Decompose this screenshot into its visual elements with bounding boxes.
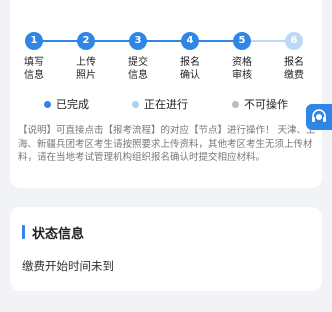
step-number: 5 bbox=[233, 32, 251, 50]
registration-process-card: 1 填写 信息 2 上传 照片 3 提交 信息 4 报名 确认 5 资格 审核 … bbox=[10, 0, 322, 188]
step-label: 提交 信息 bbox=[128, 57, 148, 81]
status-legend: 已完成 正在进行 不可操作 bbox=[10, 96, 322, 112]
step-number: 3 bbox=[129, 32, 147, 50]
legend-completed: 已完成 bbox=[44, 96, 89, 112]
step-label: 上传 照片 bbox=[76, 57, 96, 81]
section-accent-bar bbox=[22, 225, 25, 239]
step-label: 报名 确认 bbox=[180, 57, 200, 81]
status-title: 状态信息 bbox=[32, 227, 85, 242]
legend-completed-label: 已完成 bbox=[56, 98, 89, 111]
step-number: 6 bbox=[285, 32, 303, 50]
step-fill-info[interactable]: 1 填写 信息 bbox=[12, 30, 56, 82]
status-text: 缴费开始时间未到 bbox=[22, 259, 114, 273]
legend-in-progress: 正在进行 bbox=[132, 96, 188, 112]
legend-disabled-label: 不可操作 bbox=[244, 98, 288, 111]
step-submit-info[interactable]: 3 提交 信息 bbox=[116, 30, 160, 82]
legend-in-progress-label: 正在进行 bbox=[144, 98, 188, 111]
process-steps: 1 填写 信息 2 上传 照片 3 提交 信息 4 报名 确认 5 资格 审核 … bbox=[10, 30, 322, 90]
in-progress-dot-icon bbox=[132, 100, 139, 108]
step-qualification-review[interactable]: 5 资格 审核 bbox=[220, 30, 264, 82]
step-payment[interactable]: 6 报名 缴费 bbox=[272, 30, 316, 82]
status-info-card: 状态信息 缴费开始时间未到 bbox=[10, 207, 322, 291]
customer-service-icon bbox=[312, 109, 326, 122]
completed-dot-icon bbox=[44, 100, 51, 108]
step-number: 1 bbox=[25, 32, 43, 50]
legend-disabled: 不可操作 bbox=[232, 96, 288, 112]
step-number: 2 bbox=[77, 32, 95, 50]
step-number: 4 bbox=[181, 32, 199, 50]
customer-service-button[interactable] bbox=[306, 104, 332, 130]
step-label: 填写 信息 bbox=[24, 57, 44, 81]
step-label: 报名 缴费 bbox=[284, 57, 304, 81]
instruction-note: 【说明】可直接点击【报考流程】的对应【节点】进行操作！ 天津、上海、新疆兵团考区… bbox=[18, 125, 316, 163]
disabled-dot-icon bbox=[232, 100, 239, 108]
step-upload-photo[interactable]: 2 上传 照片 bbox=[64, 30, 108, 82]
step-label: 资格 审核 bbox=[232, 57, 252, 81]
step-confirm-registration[interactable]: 4 报名 确认 bbox=[168, 30, 212, 82]
